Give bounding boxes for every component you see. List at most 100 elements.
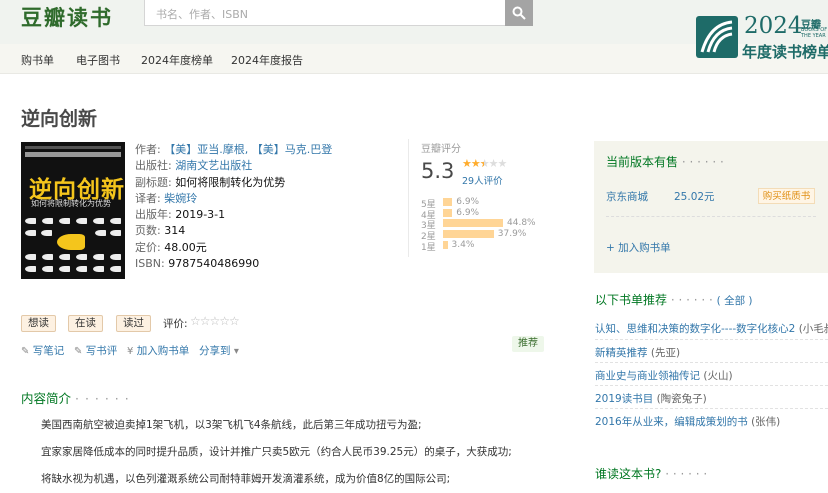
pencil-icon: ✎ — [74, 346, 83, 357]
intro-paragraph: 宜家家居降低成本的同时提升品质，设计并推广只卖5欧元（约合人民币39.25元）的… — [41, 446, 512, 458]
rating-dist-pct: 3.4% — [451, 239, 475, 250]
list-author: (张伟) — [751, 416, 781, 428]
want-to-read-button[interactable]: 想读 — [21, 315, 56, 332]
fish-icon-row — [25, 218, 121, 228]
search-button[interactable] — [505, 0, 533, 26]
pages-label: 页数: — [135, 224, 161, 238]
rating-dist-bar — [443, 240, 448, 249]
list-author: (先亚) — [650, 347, 681, 359]
rating-score: 5.3 — [421, 159, 455, 183]
author-label: 作者: — [135, 143, 161, 156]
divider — [595, 362, 828, 363]
chevron-down-icon: ▾ — [233, 346, 239, 357]
rating-dist-label: 1星 — [421, 242, 436, 253]
pubdate-value: 2019-3-1 — [175, 208, 226, 222]
rating-dist-pct: 6.9% — [456, 197, 480, 207]
rating-panel: 豆瓣评分 5.3 ★★★★★★ 29人评价 5星6.9%4星6.9%3星44.8… — [408, 139, 548, 257]
divider — [595, 339, 828, 340]
buy-title-dots: · · · · · · — [681, 155, 724, 169]
write-note-label: 写笔记 — [32, 345, 65, 357]
list-item[interactable]: 认知、思维和决策的数字化----数字化核心2 (小毛叔) — [595, 321, 828, 336]
store-link[interactable]: 京东商城 — [606, 189, 648, 204]
search-input[interactable]: 书名、作者、ISBN — [144, 0, 506, 26]
book-info: 作者: 【美】亚当.摩根, 【美】马克.巴登 出版社: 湖南文艺出版社 副标题:… — [135, 142, 332, 272]
intro-paragraph: 美国西南航空被迫卖掉1架飞机，以3架飞机飞4条航线，此后第三年成功扭亏为盈; — [41, 419, 422, 431]
intro-title: 内容简介 · · · · · · — [21, 391, 130, 406]
douban-books-logo[interactable]: 豆瓣读书 — [21, 2, 113, 32]
fish-icon-row — [25, 254, 121, 264]
rating-count-link[interactable]: 29人评价 — [462, 173, 503, 187]
nav-item-shopping-list[interactable]: 购书单 — [21, 52, 54, 68]
publisher-label: 出版社: — [135, 159, 172, 173]
banner-logo-icon — [696, 16, 738, 58]
cover-decoration — [25, 146, 121, 149]
publisher-link[interactable]: 湖南文艺出版社 — [175, 159, 252, 172]
banner-brand-sub: BOOKS OF THE YEAR — [801, 27, 828, 39]
isbn-label: ISBN: — [135, 257, 165, 271]
write-note-link[interactable]: ✎ 写笔记 — [21, 343, 64, 358]
pubdate-label: 出版年: — [135, 208, 172, 222]
search-icon — [512, 6, 526, 20]
price-label: 定价: — [135, 240, 161, 254]
cart-icon: ¥ — [127, 346, 134, 357]
write-review-link[interactable]: ✎ 写书评 — [74, 343, 117, 358]
all-lists-link[interactable]: ( 全部 ) — [717, 295, 753, 307]
fish-icon-row — [25, 266, 121, 276]
store-price-link[interactable]: 25.02元 — [674, 189, 715, 204]
buy-panel: 当前版本有售 · · · · · · 京东商城 25.02元 购买纸质书 + 加… — [594, 141, 828, 273]
add-to-list-label: 加入购书单 — [136, 345, 190, 357]
translator-link[interactable]: 柴婉玲 — [164, 192, 197, 205]
list-item[interactable]: 商业史与商业领袖传记 (火山) — [595, 368, 733, 383]
subtitle-value: 如何将限制转化为优势 — [175, 175, 286, 189]
pages-value: 314 — [164, 224, 186, 238]
isbn-value: 9787540486990 — [168, 257, 260, 271]
list-item[interactable]: 2019读书目 (陶瓷兔子) — [595, 391, 707, 406]
goldfish-icon — [57, 234, 85, 250]
recommend-button[interactable]: 推荐 — [512, 336, 544, 352]
buy-paper-book-button[interactable]: 购买纸质书 — [758, 188, 815, 204]
nav-item-annual-list[interactable]: 2024年度榜单 — [141, 52, 213, 68]
rating-dist-pct: 37.9% — [497, 229, 527, 240]
have-read-button[interactable]: 读过 — [116, 315, 151, 332]
rating-stars-icon: ★★★★★★ — [462, 157, 507, 170]
intro-dots: · · · · · · — [75, 391, 130, 406]
divider — [606, 216, 816, 217]
list-author: (火山) — [703, 370, 733, 382]
rating-dist-bar — [443, 198, 453, 206]
rate-stars-input[interactable]: ☆☆☆☆☆ — [190, 314, 240, 328]
recommended-lists-title: 以下书单推荐 · · · · · · ( 全部 ) — [595, 293, 753, 307]
rating-dist-bar — [443, 219, 503, 228]
rating-dist-bar — [443, 208, 453, 217]
who-reads-dots: · · · · · · — [665, 467, 708, 481]
annual-banner[interactable]: 2024 豆瓣 BOOKS OF THE YEAR 年度读书榜单 — [696, 10, 828, 62]
share-link[interactable]: 分享到 ▾ — [199, 343, 239, 358]
book-cover[interactable]: 逆向创新 如何将限制转化为优势 — [21, 142, 125, 279]
divider — [595, 408, 828, 409]
buy-title: 当前版本有售 · · · · · · — [606, 155, 724, 169]
nav-item-annual-report[interactable]: 2024年度报告 — [231, 52, 303, 68]
author-link[interactable]: 【美】亚当.摩根, 【美】马克.巴登 — [164, 143, 332, 156]
pencil-icon: ✎ — [21, 346, 30, 357]
nav-item-ebooks[interactable]: 电子图书 — [76, 52, 120, 68]
share-label: 分享到 — [199, 345, 231, 357]
who-reads-title: 谁读这本书? · · · · · · — [595, 467, 708, 481]
translator-label: 译者: — [135, 191, 161, 205]
subtitle-label: 副标题: — [135, 175, 172, 189]
write-review-label: 写书评 — [85, 345, 118, 357]
list-item[interactable]: 2016年从业来，编辑成策划的书 (张伟) — [595, 414, 780, 429]
add-to-list-link[interactable]: + 加入购书单 — [606, 240, 671, 255]
search-placeholder: 书名、作者、ISBN — [156, 8, 249, 21]
list-author: (陶瓷兔子) — [656, 393, 707, 405]
cover-subtitle: 如何将限制转化为优势 — [31, 199, 111, 208]
lists-title-dots: · · · · · · — [670, 293, 713, 307]
list-item[interactable]: 新精英推荐 (先亚) — [595, 345, 680, 360]
rating-dist-pct: 44.8% — [507, 218, 536, 229]
intro-paragraph: 将缺水视为机遇，以色列灌溉系统公司耐特菲姆开发滴灌系统，成为价值8亿的国际公司; — [41, 473, 451, 485]
add-to-list-link[interactable]: ¥ 加入购书单 — [127, 343, 189, 358]
rating-dist-bar — [443, 230, 494, 239]
reading-button[interactable]: 在读 — [68, 315, 103, 332]
page-title: 逆向创新 — [21, 108, 98, 130]
divider — [595, 385, 828, 386]
banner-subtitle: 年度读书榜单 — [742, 43, 828, 61]
rating-title: 豆瓣评分 — [421, 144, 461, 155]
